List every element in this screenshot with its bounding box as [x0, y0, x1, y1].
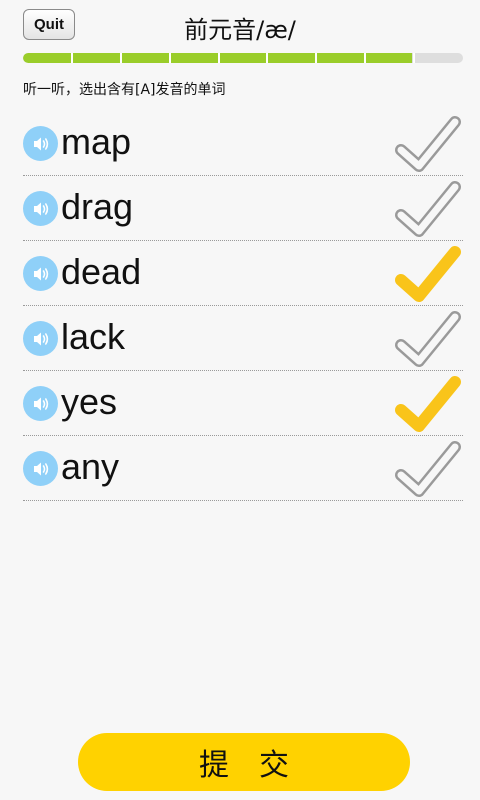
speaker-icon[interactable]	[23, 451, 58, 486]
check-icon-selected[interactable]	[393, 244, 463, 304]
word-label: yes	[61, 381, 118, 422]
word-label: lack	[61, 316, 126, 357]
progress-divider	[315, 53, 318, 63]
check-icon[interactable]	[393, 179, 463, 239]
word-row[interactable]: yes	[23, 371, 463, 436]
word-list: map drag dead lack yes any	[23, 111, 463, 501]
speaker-icon[interactable]	[23, 126, 58, 161]
check-icon[interactable]	[393, 439, 463, 499]
instruction-text: 听一听，选出含有[A]发音的单词	[23, 82, 226, 98]
progress-divider	[168, 53, 171, 63]
word-label: any	[61, 446, 120, 487]
progress-divider	[364, 53, 367, 63]
header: Quit 前元音/æ/	[0, 0, 480, 48]
word-label: dead	[61, 251, 142, 292]
word-row[interactable]: any	[23, 436, 463, 501]
progress-divider	[413, 53, 416, 63]
progress-divider	[266, 53, 269, 63]
progress-divider	[119, 53, 122, 63]
page-title: 前元音/æ/	[184, 16, 296, 44]
speaker-icon[interactable]	[23, 191, 58, 226]
submit-button[interactable]: 提交	[78, 733, 410, 791]
word-row[interactable]: dead	[23, 241, 463, 306]
word-row[interactable]: lack	[23, 306, 463, 371]
check-icon[interactable]	[393, 114, 463, 174]
check-icon[interactable]	[393, 309, 463, 369]
word-label: drag	[61, 186, 134, 227]
word-row[interactable]: map	[23, 111, 463, 176]
speaker-icon[interactable]	[23, 386, 58, 421]
progress-bar	[23, 53, 463, 63]
word-label: map	[61, 121, 132, 162]
speaker-icon[interactable]	[23, 256, 58, 291]
word-row[interactable]: drag	[23, 176, 463, 241]
speaker-icon[interactable]	[23, 321, 58, 356]
progress-divider	[217, 53, 220, 63]
check-icon-selected[interactable]	[393, 374, 463, 434]
progress-divider	[70, 53, 73, 63]
quit-button[interactable]: Quit	[23, 9, 75, 40]
